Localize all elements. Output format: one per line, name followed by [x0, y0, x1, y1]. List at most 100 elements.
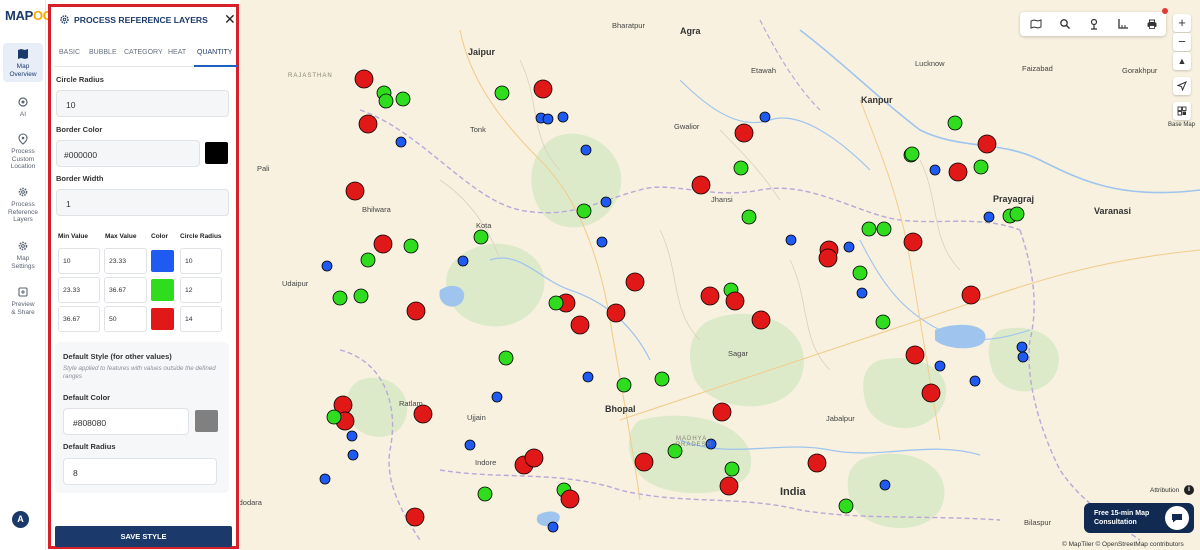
map-marker[interactable]: [1017, 351, 1029, 363]
map-marker[interactable]: [576, 203, 592, 219]
map-marker[interactable]: [533, 79, 553, 99]
tab-category[interactable]: CATEGORY: [124, 49, 163, 56]
range-color-swatch[interactable]: [147, 277, 177, 303]
map-marker[interactable]: [654, 371, 670, 387]
map-marker[interactable]: [759, 111, 771, 123]
zoom-out-button[interactable]: −: [1173, 33, 1191, 51]
zoom-in-button[interactable]: +: [1173, 14, 1191, 32]
map-marker[interactable]: [983, 211, 995, 223]
map-marker[interactable]: [373, 234, 393, 254]
search-icon[interactable]: [1059, 18, 1071, 30]
default-radius-input[interactable]: 8: [63, 458, 217, 485]
default-color-input[interactable]: #808080: [63, 408, 189, 435]
map-marker[interactable]: [734, 123, 754, 143]
chat-button[interactable]: [1165, 506, 1189, 530]
map-marker[interactable]: [934, 360, 946, 372]
rail-item-map-overview[interactable]: Map Overview: [3, 43, 43, 82]
map-marker[interactable]: [818, 248, 838, 268]
basemap-button[interactable]: [1173, 102, 1191, 120]
map-marker[interactable]: [625, 272, 645, 292]
range-min-input[interactable]: 10: [58, 248, 100, 274]
compass-button[interactable]: ▲: [1173, 52, 1191, 70]
map-marker[interactable]: [395, 91, 411, 107]
range-max-input[interactable]: 36.67: [104, 277, 147, 303]
map-marker[interactable]: [634, 452, 654, 472]
map-marker[interactable]: [712, 402, 732, 422]
map-marker[interactable]: [929, 164, 941, 176]
range-color-swatch[interactable]: [147, 306, 177, 332]
border-color-swatch[interactable]: [205, 142, 228, 164]
map-marker[interactable]: [406, 301, 426, 321]
map-marker[interactable]: [733, 160, 749, 176]
map-marker[interactable]: [498, 350, 514, 366]
map-marker[interactable]: [491, 391, 503, 403]
map-marker[interactable]: [582, 371, 594, 383]
tab-basic[interactable]: BASIC: [59, 49, 80, 56]
map-marker[interactable]: [948, 162, 968, 182]
avatar[interactable]: A: [12, 511, 29, 528]
map-marker[interactable]: [326, 409, 342, 425]
location-icon[interactable]: [1088, 18, 1100, 30]
map-marker[interactable]: [719, 476, 739, 496]
map-marker[interactable]: [347, 449, 359, 461]
locate-button[interactable]: [1173, 77, 1191, 95]
circle-radius-input[interactable]: 10: [56, 90, 229, 117]
map-marker[interactable]: [856, 287, 868, 299]
map-marker[interactable]: [691, 175, 711, 195]
map-marker[interactable]: [977, 134, 997, 154]
map-marker[interactable]: [807, 453, 827, 473]
range-radius-input[interactable]: 14: [180, 306, 222, 332]
map-marker[interactable]: [725, 291, 745, 311]
map-marker[interactable]: [961, 285, 981, 305]
map-marker[interactable]: [547, 521, 559, 533]
map-marker[interactable]: [570, 315, 590, 335]
rail-item-map-settings[interactable]: Map Settings: [3, 240, 43, 270]
rail-item-process-reference-layers[interactable]: Process Reference Layers: [3, 186, 43, 224]
range-max-input[interactable]: 23.33: [104, 248, 147, 274]
map-marker[interactable]: [542, 113, 554, 125]
map-marker[interactable]: [560, 489, 580, 509]
map-marker[interactable]: [457, 255, 469, 267]
map-marker[interactable]: [861, 221, 877, 237]
map-marker[interactable]: [904, 146, 920, 162]
map-marker[interactable]: [1009, 206, 1025, 222]
map-marker[interactable]: [346, 430, 358, 442]
map-marker[interactable]: [973, 159, 989, 175]
map-marker[interactable]: [524, 448, 544, 468]
map-marker[interactable]: [332, 290, 348, 306]
save-style-button[interactable]: SAVE STYLE: [55, 526, 232, 547]
map-marker[interactable]: [395, 136, 407, 148]
map-marker[interactable]: [378, 93, 394, 109]
map-marker[interactable]: [905, 345, 925, 365]
tab-quantity[interactable]: QUANTITY: [197, 49, 232, 56]
close-icon[interactable]: ✕: [224, 11, 236, 28]
measure-icon[interactable]: [1117, 18, 1129, 30]
rail-item-ai[interactable]: AI: [3, 96, 43, 119]
map-marker[interactable]: [596, 236, 608, 248]
map-marker[interactable]: [724, 461, 740, 477]
print-icon[interactable]: [1146, 18, 1158, 30]
rail-item-process-custom-location[interactable]: Process Custom Location: [3, 133, 43, 171]
map-marker[interactable]: [616, 377, 632, 393]
map-marker[interactable]: [473, 229, 489, 245]
map-marker[interactable]: [947, 115, 963, 131]
map-marker[interactable]: [838, 498, 854, 514]
map-marker[interactable]: [700, 286, 720, 306]
map-marker[interactable]: [1016, 341, 1028, 353]
map-marker[interactable]: [345, 181, 365, 201]
range-min-input[interactable]: 36.67: [58, 306, 100, 332]
map-canvas[interactable]: Jaipur Bharatpur Agra RAJASTHAN Etawah L…: [240, 0, 1200, 550]
map-marker[interactable]: [879, 479, 891, 491]
map-layers-icon[interactable]: [1030, 18, 1042, 30]
rail-item-preview-share[interactable]: Preview & Share: [3, 286, 43, 316]
map-marker[interactable]: [903, 232, 923, 252]
map-marker[interactable]: [353, 288, 369, 304]
border-width-input[interactable]: 1: [56, 189, 229, 216]
map-marker[interactable]: [785, 234, 797, 246]
map-marker[interactable]: [875, 314, 891, 330]
map-marker[interactable]: [921, 383, 941, 403]
map-marker[interactable]: [360, 252, 376, 268]
range-radius-input[interactable]: 12: [180, 277, 222, 303]
map-marker[interactable]: [477, 486, 493, 502]
map-marker[interactable]: [494, 85, 510, 101]
